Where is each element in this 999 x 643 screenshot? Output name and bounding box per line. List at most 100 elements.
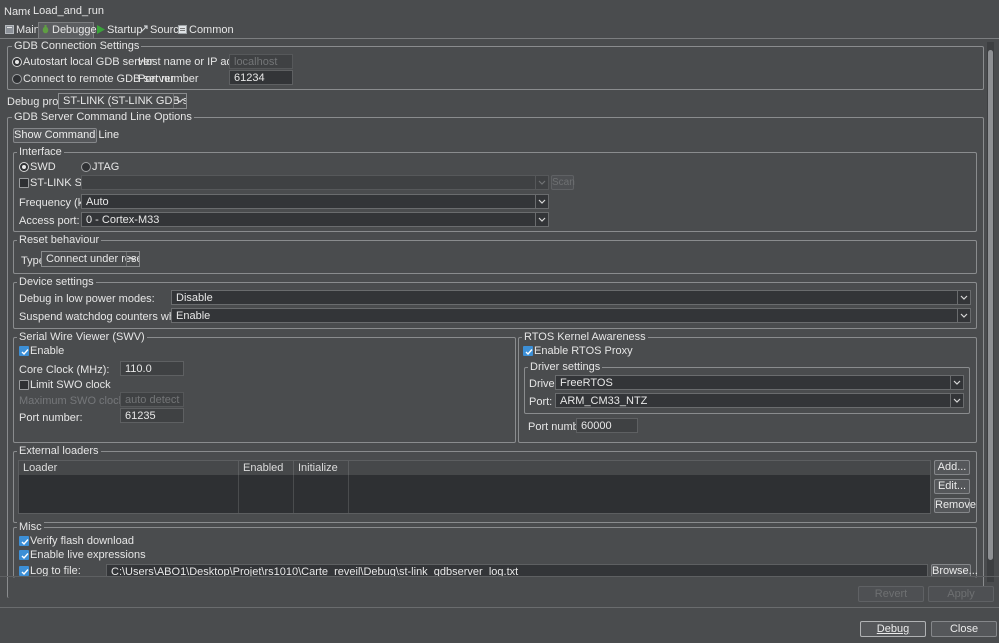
column-divider — [293, 475, 294, 513]
low-power-select[interactable]: Disable — [171, 290, 971, 305]
host-input[interactable]: localhost — [229, 54, 293, 69]
driver-settings-title: Driver settings — [528, 360, 603, 374]
content-bottom-edge — [0, 576, 999, 577]
swv-port-label: Port number: — [19, 412, 83, 424]
gdb-connection-title: GDB Connection Settings — [12, 39, 142, 53]
tab-main[interactable]: Main — [3, 23, 40, 38]
scrollbar-thumb[interactable] — [988, 50, 993, 560]
swd-radio[interactable] — [19, 162, 29, 172]
autostart-label: Autostart local GDB server — [23, 56, 154, 68]
chevron-down-icon — [535, 213, 548, 226]
limit-swo-checkbox[interactable] — [19, 380, 29, 390]
stlink-sn-select — [81, 175, 549, 190]
live-expressions-label: Enable live expressions — [30, 549, 146, 561]
enabled-column-header[interactable]: Enabled — [239, 461, 294, 475]
external-loaders-title: External loaders — [17, 444, 101, 458]
core-clock-label: Core Clock (MHz): — [19, 364, 110, 376]
access-port-select[interactable]: 0 - Cortex-M33 — [81, 212, 549, 227]
autostart-radio[interactable] — [12, 57, 22, 67]
tab-divider — [0, 38, 999, 39]
misc-title: Misc — [17, 520, 44, 534]
stlink-sn-checkbox[interactable] — [19, 178, 29, 188]
log-to-file-label: Log to file: — [30, 565, 81, 576]
reset-type-select[interactable]: Connect under reset — [41, 251, 140, 267]
limit-swo-label: Limit SWO clock — [30, 379, 111, 391]
rtos-port-value: ARM_CM33_NTZ — [560, 395, 648, 407]
column-divider — [238, 475, 239, 513]
log-to-file-checkbox[interactable] — [19, 566, 29, 576]
swv-title: Serial Wire Viewer (SWV) — [17, 330, 147, 344]
server-options-title: GDB Server Command Line Options — [12, 110, 194, 124]
rtos-title: RTOS Kernel Awareness — [522, 330, 648, 344]
swv-enable-checkbox[interactable] — [19, 346, 29, 356]
log-file-path-input[interactable]: C:\Users\ABO1\Desktop\Projet\rs1010\Cart… — [106, 564, 928, 576]
vertical-scrollbar[interactable] — [987, 42, 994, 582]
startup-tab-icon — [96, 24, 105, 34]
core-clock-input[interactable]: 110.0 — [120, 361, 184, 376]
apply-button: Apply — [928, 586, 994, 602]
rtos-driver-select[interactable]: FreeRTOS — [555, 375, 964, 390]
edit-loader-button[interactable]: Edit... — [934, 479, 970, 494]
max-swo-input: auto detect — [120, 392, 184, 407]
debug-button[interactable]: Debug — [860, 621, 926, 637]
rtos-port-number-input[interactable]: 60000 — [576, 418, 638, 433]
interface-title: Interface — [17, 145, 64, 159]
jtag-label: JTAG — [92, 161, 120, 173]
footer-divider — [0, 607, 999, 608]
verify-flash-label: Verify flash download — [30, 535, 134, 547]
loaders-table[interactable]: Loader Enabled Initialize — [18, 460, 931, 514]
watchdog-select[interactable]: Enable — [171, 308, 971, 323]
scan-button: Scan — [551, 175, 575, 190]
frequency-value: Auto — [86, 196, 109, 208]
swv-port-input[interactable]: 61235 — [120, 408, 184, 423]
common-tab-icon — [178, 24, 187, 34]
close-button[interactable]: Close — [931, 621, 997, 637]
tab-source[interactable]: Source — [137, 23, 185, 38]
rtos-port-label: Port: — [529, 396, 553, 408]
initialize-column-header[interactable]: Initialize — [294, 461, 349, 475]
config-name-field[interactable]: Load_and_run — [30, 3, 990, 19]
jtag-radio[interactable] — [81, 162, 91, 172]
rtos-port-select[interactable]: ARM_CM33_NTZ — [555, 393, 964, 408]
source-tab-icon — [139, 24, 148, 34]
watchdog-value: Enable — [176, 310, 211, 322]
chevron-down-icon — [957, 309, 970, 322]
swd-label: SWD — [30, 161, 56, 173]
remote-radio[interactable] — [12, 74, 22, 84]
debugger-tab-icon — [41, 24, 50, 34]
chevron-down-icon — [126, 252, 139, 266]
rtos-enable-label: Enable RTOS Proxy — [534, 345, 633, 357]
chevron-down-icon — [535, 195, 548, 208]
tab-common[interactable]: Common — [176, 23, 234, 38]
gdb-port-input[interactable]: 61234 — [229, 70, 293, 85]
tab-common-label: Common — [189, 24, 234, 36]
remove-loader-button[interactable]: Remove — [934, 498, 976, 513]
verify-flash-checkbox[interactable] — [19, 536, 29, 546]
chevron-down-icon — [957, 291, 970, 304]
main-tab-icon — [5, 24, 14, 34]
chevron-down-icon — [173, 94, 186, 108]
swv-enable-label: Enable — [30, 345, 65, 357]
reset-title: Reset behaviour — [17, 233, 102, 247]
tab-debugger[interactable]: Debugger — [38, 22, 100, 38]
tab-startup[interactable]: Startup — [94, 23, 142, 38]
chevron-down-icon — [950, 394, 963, 407]
revert-button: Revert — [858, 586, 924, 602]
gdb-port-label: Port number — [138, 73, 199, 85]
rtos-enable-checkbox[interactable] — [523, 346, 533, 356]
log-row-clip: Log to file: C:\Users\ABO1\Desktop\Proje… — [0, 564, 985, 576]
debug-probe-value: ST-LINK (ST-LINK GDB server) — [63, 95, 186, 107]
rtos-driver-value: FreeRTOS — [560, 377, 613, 389]
chevron-down-icon — [950, 376, 963, 389]
show-command-line-button[interactable]: Show Command Line — [13, 128, 119, 143]
browse-button[interactable]: Browse... — [931, 564, 978, 576]
add-loader-button[interactable]: Add... — [934, 460, 970, 475]
loader-column-header[interactable]: Loader — [19, 461, 239, 475]
debug-probe-select[interactable]: ST-LINK (ST-LINK GDB server) — [58, 93, 187, 109]
device-settings-title: Device settings — [17, 275, 96, 289]
live-expressions-checkbox[interactable] — [19, 550, 29, 560]
low-power-value: Disable — [176, 292, 213, 304]
access-port-label: Access port: — [19, 215, 80, 227]
frequency-select[interactable]: Auto — [81, 194, 549, 209]
low-power-label: Debug in low power modes: — [19, 293, 155, 305]
